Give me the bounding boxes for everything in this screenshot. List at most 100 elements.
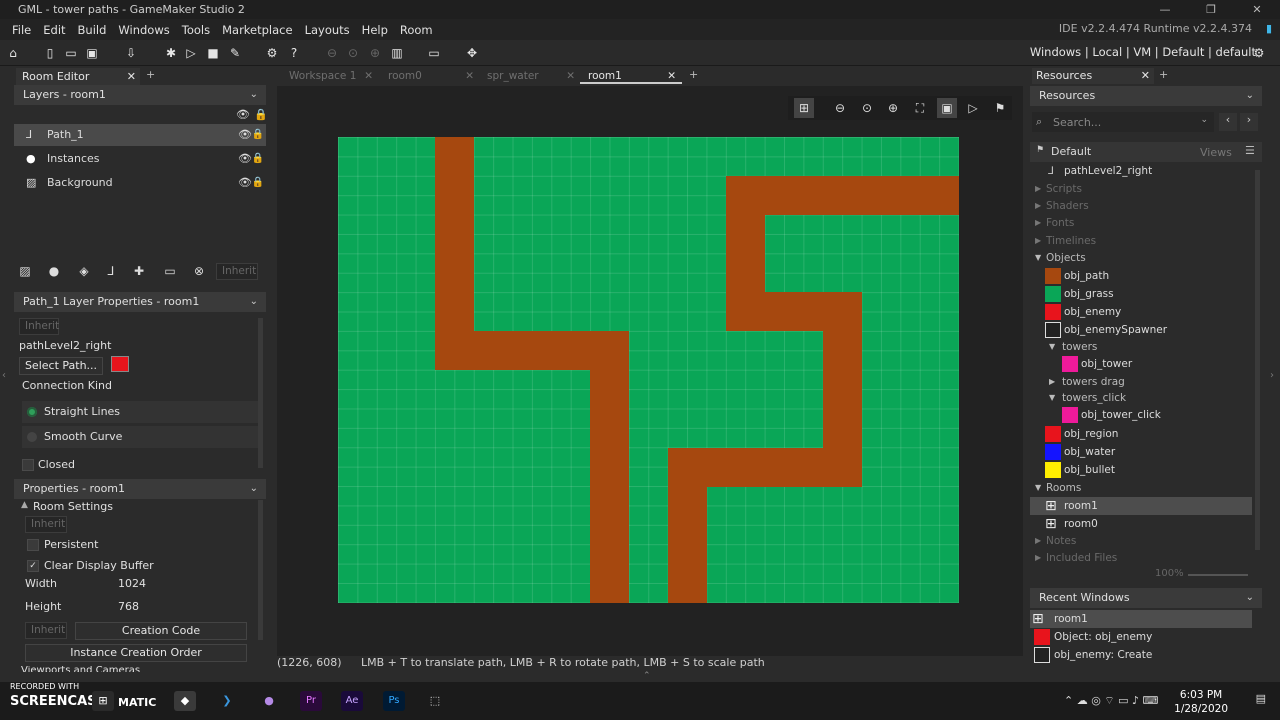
height-field[interactable]: 768 — [118, 600, 139, 613]
scrollbar[interactable] — [258, 318, 263, 468]
gamemaker-icon[interactable]: ◆ — [174, 691, 196, 711]
room-grid[interactable] — [338, 137, 959, 603]
settings-icon[interactable]: ⚙ — [263, 44, 281, 62]
zoom-in-icon[interactable]: ⊕ — [366, 44, 384, 62]
flag-icon[interactable]: ⚑ — [990, 98, 1010, 118]
tree-shaders[interactable]: ▶ Shaders — [1030, 197, 1252, 215]
restore-button[interactable]: ❐ — [1188, 0, 1234, 19]
visibility-all-icon[interactable]: 👁 — [236, 108, 250, 121]
room-editor-tab[interactable]: Room Editor ✕ — [16, 68, 140, 86]
add-background-layer-icon[interactable]: ▨ — [16, 262, 34, 280]
views-button[interactable]: Views — [1200, 146, 1232, 159]
eye-icon[interactable]: 👁 — [238, 172, 252, 194]
scrollbar[interactable] — [1255, 170, 1260, 550]
close-button[interactable]: ✕ — [1234, 0, 1280, 19]
recent-item[interactable]: obj_enemy: Create — [1030, 646, 1252, 664]
delete-layer-icon[interactable]: ⊗ — [190, 262, 208, 280]
premiere-icon[interactable]: Pr — [300, 691, 322, 711]
tray-icons[interactable]: ⌃ ☁ ◎ ⌔ ▭ ♪ ⌨ — [1064, 694, 1158, 708]
layer-instances[interactable]: ● Instances 👁 🔒 — [14, 148, 266, 170]
default-group[interactable]: ⚑ Default Views ☰ — [1030, 142, 1262, 162]
creation-code-button[interactable]: Creation Code — [75, 622, 247, 640]
tree-notes[interactable]: ▶ Notes — [1030, 532, 1252, 550]
closed-checkbox[interactable] — [22, 459, 34, 471]
inherit-layers-button[interactable]: Inherit — [216, 263, 258, 280]
menu-windows[interactable]: Windows — [112, 23, 175, 37]
close-icon[interactable]: ✕ — [364, 68, 373, 84]
after-effects-icon[interactable]: Ae — [341, 691, 363, 711]
add-folder-icon[interactable]: ▭ — [161, 262, 179, 280]
stop-icon[interactable]: ■ — [204, 44, 222, 62]
menu-room[interactable]: Room — [394, 23, 439, 37]
monitor-icon[interactable]: ▭ — [425, 44, 443, 62]
instance-creation-order-button[interactable]: Instance Creation Order — [25, 644, 247, 662]
windows-icon[interactable]: ⊞ — [92, 691, 114, 711]
resources-header[interactable]: Resources ⌄ — [1030, 86, 1262, 106]
back-button[interactable]: ‹ — [1219, 113, 1237, 131]
close-icon[interactable]: ✕ — [566, 68, 575, 84]
persistent-checkbox[interactable] — [27, 539, 39, 551]
fit-icon[interactable]: ⛶ — [910, 98, 930, 118]
width-field[interactable]: 1024 — [118, 577, 146, 590]
menu-help[interactable]: Help — [356, 23, 394, 37]
target-selector[interactable]: Windows | Local | VM | Default | default — [1030, 45, 1256, 59]
inherit-code-button[interactable]: Inherit — [25, 622, 67, 639]
collapse-left-icon[interactable]: ‹ — [2, 370, 6, 381]
add-tab-icon[interactable]: + — [689, 68, 698, 81]
lock-icon[interactable]: 🔒 — [252, 148, 264, 170]
search-input[interactable]: Search... — [1053, 116, 1101, 129]
layer-properties-header[interactable]: Path_1 Layer Properties - room1 ⌄ — [14, 292, 266, 312]
viewports-label[interactable]: Viewports and Cameras — [21, 666, 140, 672]
expand-up-icon[interactable]: ⌃ — [643, 671, 651, 681]
tree-folder-towers-click[interactable]: ▼ towers_click — [1030, 389, 1252, 407]
layers-header[interactable]: Layers - room1 ⌄ — [14, 85, 266, 105]
tree-object[interactable]: obj_enemySpawner — [1030, 321, 1252, 339]
add-instance-layer-icon[interactable]: ● — [45, 262, 63, 280]
resources-tab[interactable]: Resources ✕ — [1032, 68, 1154, 84]
lock-all-icon[interactable]: 🔒 — [254, 108, 268, 121]
recent-windows-header[interactable]: Recent Windows ⌄ — [1030, 588, 1262, 608]
tab-room1[interactable]: room1 ✕ — [580, 68, 682, 84]
inherit-room-button[interactable]: Inherit — [25, 516, 67, 533]
straight-lines-radio[interactable]: Straight Lines — [22, 401, 258, 423]
tree-object[interactable]: obj_bullet — [1030, 461, 1252, 479]
lock-icon[interactable]: 🔒 — [252, 124, 264, 146]
chevron-down-icon[interactable]: ⌄ — [1200, 115, 1208, 125]
workspace-icon[interactable]: ▥ — [388, 44, 406, 62]
search-box[interactable]: ⌕ Search... ⌄ — [1032, 112, 1214, 132]
zoom-in-icon[interactable]: ⊕ — [883, 98, 903, 118]
tree-timelines[interactable]: ▶ Timelines — [1030, 232, 1252, 250]
move-icon[interactable]: ✥ — [463, 44, 481, 62]
clean-icon[interactable]: ✎ — [226, 44, 244, 62]
select-path-button[interactable]: Select Path... — [19, 357, 103, 375]
grid-icon[interactable]: ⊞ — [794, 98, 814, 118]
clear-display-checkbox[interactable]: ✓ — [27, 560, 39, 572]
photoshop-icon[interactable]: Ps — [383, 691, 405, 711]
snip-icon[interactable]: ⬚ — [424, 691, 446, 711]
new-project-icon[interactable]: ▯ — [41, 44, 59, 62]
vscode-icon[interactable]: ❯ — [216, 691, 238, 711]
zoom-reset-icon[interactable]: ⊙ — [857, 98, 877, 118]
add-tab-icon[interactable]: + — [146, 68, 155, 81]
tree-object[interactable]: obj_tower_click — [1030, 406, 1252, 424]
tree-object[interactable]: obj_region — [1030, 425, 1252, 443]
minimize-button[interactable]: — — [1142, 0, 1188, 19]
zoom-out-icon[interactable]: ⊖ — [830, 98, 850, 118]
open-project-icon[interactable]: ▭ — [62, 44, 80, 62]
target-settings-icon[interactable]: ⚙ — [1250, 44, 1268, 62]
chat-icon[interactable]: ▮ — [1266, 22, 1272, 35]
tree-fonts[interactable]: ▶ Fonts — [1030, 214, 1252, 232]
tree-rooms[interactable]: ▼ Rooms — [1030, 479, 1252, 497]
menu-layouts[interactable]: Layouts — [299, 23, 356, 37]
tree-object[interactable]: obj_grass — [1030, 285, 1252, 303]
tree-object[interactable]: obj_enemy — [1030, 303, 1252, 321]
close-icon[interactable]: ✕ — [667, 68, 676, 84]
tree-objects[interactable]: ▼ Objects — [1030, 249, 1252, 267]
frame-icon[interactable]: ▣ — [937, 98, 957, 118]
tree-path-item[interactable]: ⅃ pathLevel2_right — [1030, 162, 1252, 180]
tree-object[interactable]: obj_water — [1030, 443, 1252, 461]
zoom-out-icon[interactable]: ⊖ — [323, 44, 341, 62]
menu-file[interactable]: File — [6, 23, 37, 37]
tree-room[interactable]: ⊞ room0 — [1030, 515, 1252, 533]
layer-path-1[interactable]: ⅃ Path_1 👁 🔒 — [14, 124, 266, 146]
